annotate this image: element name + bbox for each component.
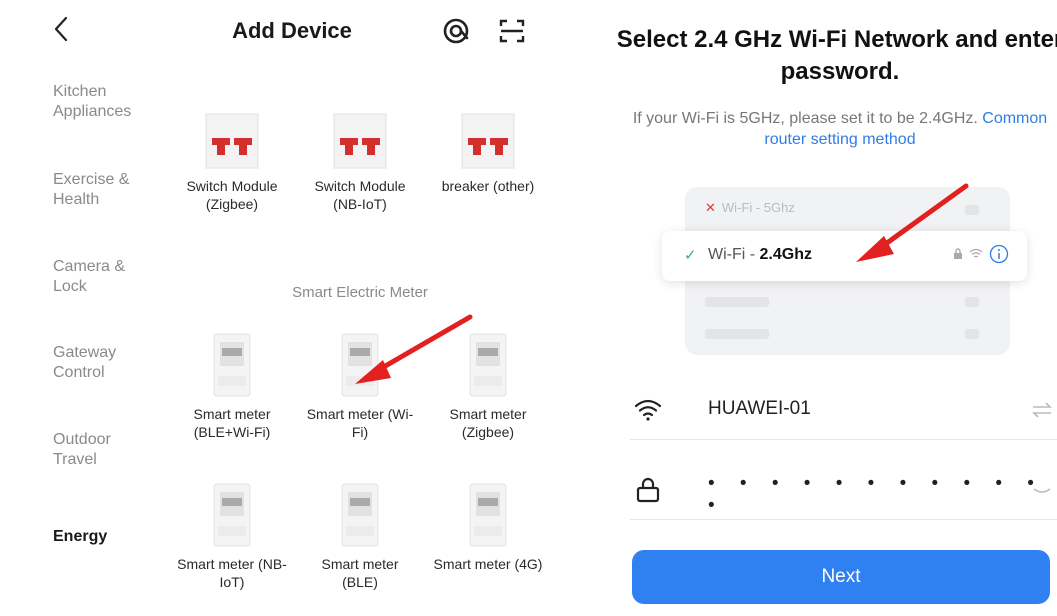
- wifi-24g-band: 2.4Ghz: [759, 246, 812, 263]
- device-smart-meter-4g[interactable]: Smart meter (4G): [433, 480, 543, 573]
- category-camera-lock[interactable]: Camera & Lock: [53, 257, 153, 297]
- device-label: Smart meter (Wi-Fi): [306, 406, 414, 440]
- placeholder-bar: [965, 329, 979, 339]
- device-label: Smart meter (Zigbee): [449, 406, 527, 440]
- device-label: Smart meter (NB-IoT): [177, 556, 287, 590]
- device-label: Smart meter (4G): [433, 556, 543, 572]
- placeholder-bar: [965, 205, 979, 215]
- device-smart-meter-ble[interactable]: Smart meter (BLE): [305, 480, 415, 591]
- placeholder-bar: [965, 297, 979, 307]
- lock-small-icon: [954, 248, 962, 259]
- category-gateway-control[interactable]: Gateway Control: [53, 343, 153, 383]
- back-chevron-icon[interactable]: [50, 14, 74, 44]
- meter-icon: [341, 483, 379, 547]
- device-label: Switch Module (Zigbee): [186, 178, 278, 212]
- x-mark-icon: ✕: [705, 200, 716, 215]
- wifi-24g-name: Wi-Fi - 2.4Ghz: [708, 246, 812, 264]
- device-label: Smart meter (BLE): [321, 556, 399, 590]
- wifi-24g-prefix: Wi-Fi -: [708, 246, 760, 263]
- page-title: Add Device: [232, 18, 352, 43]
- device-label: breaker (other): [441, 178, 535, 194]
- hint-text: If your Wi-Fi is 5GHz, please set it to …: [632, 110, 978, 127]
- breaker-icon: [461, 113, 515, 169]
- ssid-field[interactable]: HUAWEI-01: [630, 380, 1057, 440]
- wifi-24g-row[interactable]: ✓ Wi-Fi - 2.4Ghz: [662, 231, 1027, 281]
- wifi-5g-row: ✕ Wi-Fi - 5Ghz: [705, 200, 795, 216]
- qr-scan-icon[interactable]: [497, 16, 527, 46]
- device-switch-module-nbiot[interactable]: Switch Module (NB-IoT): [305, 110, 415, 213]
- device-label: Switch Module (NB-IoT): [314, 178, 406, 212]
- wifi-small-icon: [969, 248, 983, 258]
- screen: Add Device Kitchen Appliances Exercise &…: [0, 0, 1057, 616]
- breaker-icon: [205, 113, 259, 169]
- device-switch-module-zigbee[interactable]: Switch Module (Zigbee): [177, 110, 287, 213]
- category-exercise-health[interactable]: Exercise & Health: [53, 170, 153, 210]
- placeholder-bar: [705, 297, 769, 307]
- wifi-row-icons: [953, 244, 1009, 264]
- meter-icon: [341, 333, 379, 397]
- ssid-value: HUAWEI-01: [708, 398, 811, 419]
- device-smart-meter-ble-wifi[interactable]: Smart meter (BLE+Wi-Fi): [177, 330, 287, 441]
- meter-icon: [469, 333, 507, 397]
- device-breaker-other[interactable]: breaker (other): [433, 110, 543, 195]
- device-smart-meter-wifi[interactable]: Smart meter (Wi-Fi): [305, 330, 415, 441]
- password-field[interactable]: • • • • • • • • • • • •: [630, 460, 1057, 520]
- switch-network-icon[interactable]: [1030, 400, 1054, 420]
- meter-icon: [469, 483, 507, 547]
- device-smart-meter-nbiot[interactable]: Smart meter (NB-IoT): [177, 480, 287, 591]
- meter-icon: [213, 483, 251, 547]
- category-kitchen-appliances[interactable]: Kitchen Appliances: [53, 82, 153, 122]
- meter-icon: [213, 333, 251, 397]
- password-value: • • • • • • • • • • • •: [708, 473, 1044, 516]
- add-device-panel: Add Device Kitchen Appliances Exercise &…: [0, 0, 570, 616]
- placeholder-bar: [705, 329, 769, 339]
- wifi-setup-title: Select 2.4 GHz Wi-Fi Network and enter p…: [616, 26, 1057, 85]
- wifi-setup-panel: Select 2.4 GHz Wi-Fi Network and enter p…: [610, 0, 1057, 616]
- section-title: Smart Electric Meter: [292, 284, 428, 301]
- scan-target-icon[interactable]: [441, 16, 471, 46]
- eye-closed-icon[interactable]: [1030, 480, 1054, 500]
- lock-icon: [636, 477, 660, 503]
- breaker-icon: [333, 113, 387, 169]
- next-button[interactable]: Next: [632, 550, 1050, 604]
- wifi-hint: If your Wi-Fi is 5GHz, please set it to …: [610, 108, 1057, 150]
- wifi-icon: [634, 399, 662, 421]
- device-smart-meter-zigbee[interactable]: Smart meter (Zigbee): [433, 330, 543, 441]
- check-icon: ✓: [684, 247, 697, 264]
- category-energy[interactable]: Energy: [53, 527, 153, 547]
- wifi-5g-prefix: Wi-Fi -: [721, 200, 764, 215]
- category-outdoor-travel[interactable]: Outdoor Travel: [53, 430, 153, 470]
- wifi-5g-band: 5Ghz: [763, 200, 795, 215]
- device-label: Smart meter (BLE+Wi-Fi): [193, 406, 271, 440]
- info-icon[interactable]: [989, 244, 1009, 264]
